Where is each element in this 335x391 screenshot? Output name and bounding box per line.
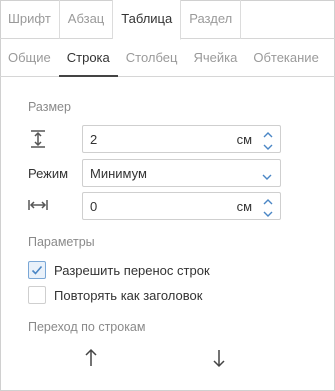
size-section-title: Размер (28, 100, 71, 114)
mode-select[interactable]: Минимум (82, 159, 281, 187)
params-section-title: Параметры (28, 235, 95, 249)
row-height-icon (30, 130, 46, 151)
row-height-field[interactable]: 2 см (82, 125, 281, 153)
mode-value: Минимум (90, 166, 147, 181)
tab-paragraph[interactable]: Абзац (60, 0, 114, 39)
arrow-down-icon (209, 350, 229, 372)
allow-row-break-option[interactable]: Разрешить перенос строк (28, 261, 210, 279)
tab-font[interactable]: Шрифт (0, 0, 60, 39)
row-width-value: 0 (90, 199, 98, 214)
row-width-spinner (262, 195, 274, 217)
navigation-section-title: Переход по строкам (28, 320, 146, 334)
repeat-header-checkbox[interactable] (28, 286, 46, 304)
row-height-increment-button[interactable] (262, 128, 274, 138)
tab-general[interactable]: Общие (0, 40, 59, 77)
tab-cell[interactable]: Ячейка (185, 40, 245, 77)
mode-label: Режим (28, 166, 69, 181)
next-row-button[interactable] (209, 347, 229, 369)
tab-section[interactable]: Раздел (181, 0, 242, 39)
row-width-unit: см (236, 199, 252, 214)
sub-tabs: Общие Строка Столбец Ячейка Обтекание (0, 40, 335, 77)
chevron-down-icon (262, 169, 272, 180)
top-tabs: Шрифт Абзац Таблица Раздел (0, 0, 335, 40)
row-width-increment-button[interactable] (262, 195, 274, 205)
arrow-up-icon (81, 348, 101, 372)
tab-wrap[interactable]: Обтекание (245, 40, 326, 77)
tab-row[interactable]: Строка (58, 40, 118, 77)
row-height-decrement-button[interactable] (262, 140, 274, 150)
tab-table[interactable]: Таблица (113, 0, 182, 40)
row-height-spinner (262, 128, 274, 150)
allow-row-break-checkbox[interactable] (28, 261, 46, 279)
tab-column[interactable]: Столбец (118, 40, 186, 77)
repeat-header-option[interactable]: Повторять как заголовок (28, 286, 202, 304)
repeat-header-label: Повторять как заголовок (54, 287, 203, 303)
previous-row-button[interactable] (81, 347, 101, 369)
allow-row-break-label: Разрешить перенос строк (54, 262, 210, 278)
horizontal-resize-icon (28, 199, 48, 214)
row-height-value: 2 (90, 132, 98, 147)
row-width-field[interactable]: 0 см (82, 192, 281, 220)
row-height-unit: см (236, 132, 252, 147)
row-width-decrement-button[interactable] (262, 207, 274, 217)
